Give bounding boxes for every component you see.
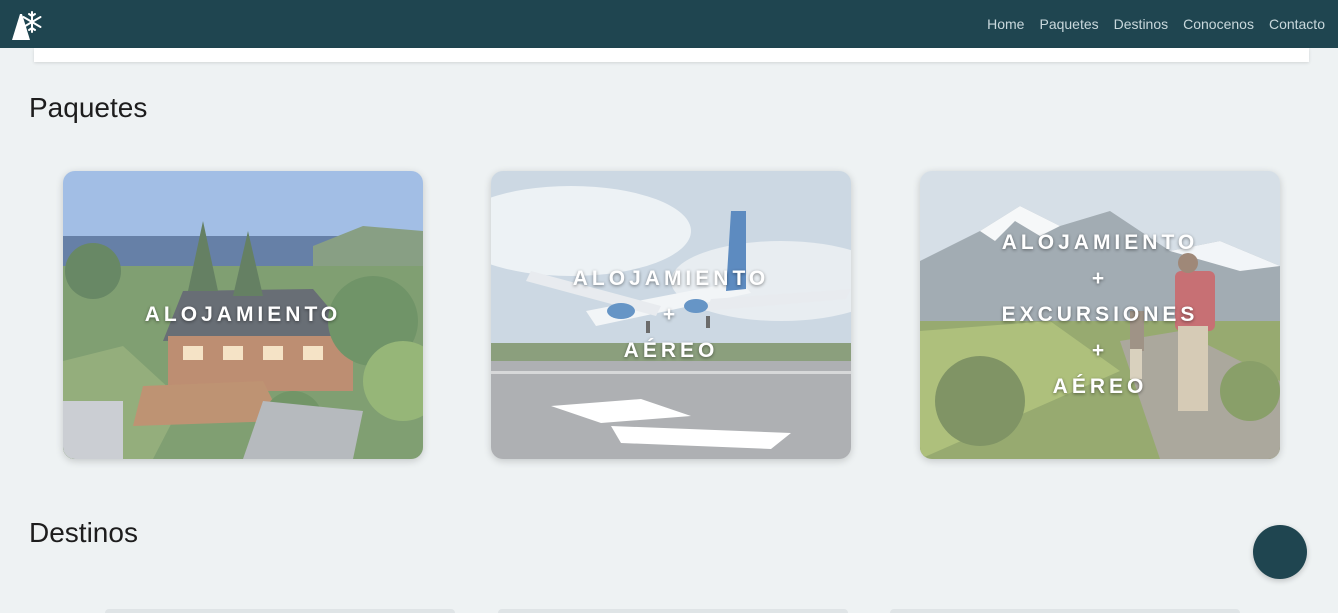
- card-label-line: ALOJAMIENTO: [144, 303, 342, 326]
- nav-home-link[interactable]: Home: [987, 16, 1024, 32]
- card-label-line: ALOJAMIENTO: [1001, 231, 1199, 254]
- destino-card[interactable]: [498, 609, 848, 613]
- nav-destinos-link[interactable]: Destinos: [1114, 16, 1168, 32]
- card-label-line: AÉREO: [623, 339, 719, 362]
- card-label-line: +: [1091, 267, 1109, 290]
- card-label: ALOJAMIENTO + AÉREO: [491, 171, 851, 459]
- hero-panel-bottom: [34, 48, 1309, 62]
- destino-card[interactable]: [105, 609, 455, 613]
- card-label-line: +: [662, 303, 680, 326]
- nav-contacto-link[interactable]: Contacto: [1269, 16, 1325, 32]
- package-card-alojamiento-aereo[interactable]: ALOJAMIENTO + AÉREO: [491, 171, 851, 459]
- nav-links: Home Paquetes Destinos Conocenos Contact…: [987, 0, 1325, 48]
- tree-snowflake-logo-icon[interactable]: [8, 6, 44, 42]
- destinos-title: Destinos: [29, 517, 138, 548]
- nav-paquetes-link[interactable]: Paquetes: [1039, 16, 1098, 32]
- package-card-alojamiento-excursiones-aereo[interactable]: ALOJAMIENTO + EXCURSIONES + AÉREO: [920, 171, 1280, 459]
- destino-card[interactable]: [890, 609, 1240, 613]
- card-label-line: EXCURSIONES: [1001, 303, 1199, 326]
- nav-conocenos-link[interactable]: Conocenos: [1183, 16, 1254, 32]
- card-label: ALOJAMIENTO + EXCURSIONES + AÉREO: [920, 171, 1280, 459]
- navbar: Home Paquetes Destinos Conocenos Contact…: [0, 0, 1338, 48]
- card-label-line: ALOJAMIENTO: [572, 267, 770, 290]
- card-label-line: AÉREO: [1052, 375, 1148, 398]
- card-label-line: +: [1091, 339, 1109, 362]
- floating-action-button[interactable]: [1253, 525, 1307, 579]
- paquetes-title: Paquetes: [29, 92, 148, 123]
- card-label: ALOJAMIENTO: [63, 171, 423, 459]
- package-card-alojamiento[interactable]: ALOJAMIENTO: [63, 171, 423, 459]
